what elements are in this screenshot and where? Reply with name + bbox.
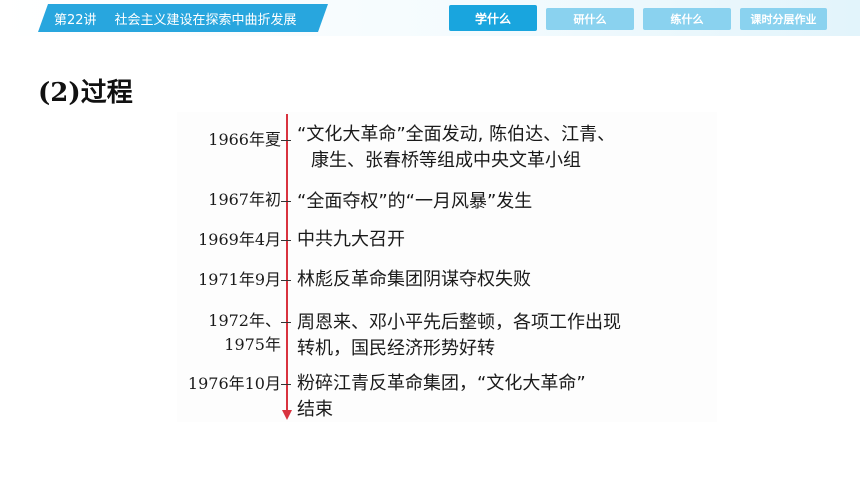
event-line: “全面夺权”的“一月风暴”发生 xyxy=(297,191,533,212)
timeline: 1966年夏 “文化大革命”全面发动, 陈伯达、江青、 康生、张春桥等组成中央文… xyxy=(177,112,717,422)
event-line: 粉碎江青反革命集团，“文化大革命” xyxy=(297,373,586,394)
event-line: 转机，国民经济形势好转 xyxy=(297,338,495,359)
timeline-axis xyxy=(286,114,288,412)
event-text: “文化大革命”全面发动, 陈伯达、江青、 康生、张春桥等组成中央文革小组 xyxy=(297,122,615,174)
event-line: 林彪反革命集团阴谋夺权失败 xyxy=(297,269,531,290)
event-date: 1976年10月 xyxy=(187,374,281,393)
section-title: (2)过程 xyxy=(38,78,133,108)
event-line: 结束 xyxy=(297,399,333,420)
tab-learn[interactable]: 学什么 xyxy=(449,5,537,31)
timeline-tick xyxy=(281,322,291,323)
event-date: 1969年4月 xyxy=(198,230,281,249)
timeline-tick xyxy=(281,240,291,241)
tab-research[interactable]: 研什么 xyxy=(546,8,634,30)
event-date: 1967年初 xyxy=(208,190,281,209)
event-text: 林彪反革命集团阴谋夺权失败 xyxy=(297,267,531,293)
timeline-tick xyxy=(281,201,291,202)
timeline-tick xyxy=(281,280,291,281)
event-date: 1972年、 1975年 xyxy=(208,309,281,357)
timeline-arrow-icon xyxy=(282,410,292,420)
top-bar: 第22讲 社会主义建设在探索中曲折发展 学什么 研什么 练什么 课时分层作业 xyxy=(0,0,860,36)
event-text: 中共九大召开 xyxy=(297,227,405,253)
event-date: 1966年夏 xyxy=(208,130,281,149)
lesson-title: 社会主义建设在探索中曲折发展 xyxy=(114,12,297,28)
lesson-header: 第22讲 社会主义建设在探索中曲折发展 xyxy=(38,4,328,32)
event-line: 周恩来、邓小平先后整顿，各项工作出现 xyxy=(297,312,621,333)
tab-practice[interactable]: 练什么 xyxy=(643,8,731,30)
event-text: 周恩来、邓小平先后整顿，各项工作出现 转机，国民经济形势好转 xyxy=(297,310,621,362)
event-line: “文化大革命”全面发动, 陈伯达、江青、 xyxy=(297,124,616,145)
event-line: 中共九大召开 xyxy=(297,229,405,250)
event-date-line: 1975年 xyxy=(224,335,281,354)
event-date: 1971年9月 xyxy=(198,270,281,289)
event-text: 粉碎江青反革命集团，“文化大革命” 结束 xyxy=(297,371,586,423)
tab-homework[interactable]: 课时分层作业 xyxy=(740,8,827,30)
timeline-tick xyxy=(281,384,291,385)
event-text: “全面夺权”的“一月风暴”发生 xyxy=(297,189,532,215)
timeline-tick xyxy=(281,140,291,141)
lesson-number: 第22讲 xyxy=(54,12,97,28)
event-date-line: 1972年、 xyxy=(208,311,281,330)
event-line: 康生、张春桥等组成中央文革小组 xyxy=(311,150,581,171)
